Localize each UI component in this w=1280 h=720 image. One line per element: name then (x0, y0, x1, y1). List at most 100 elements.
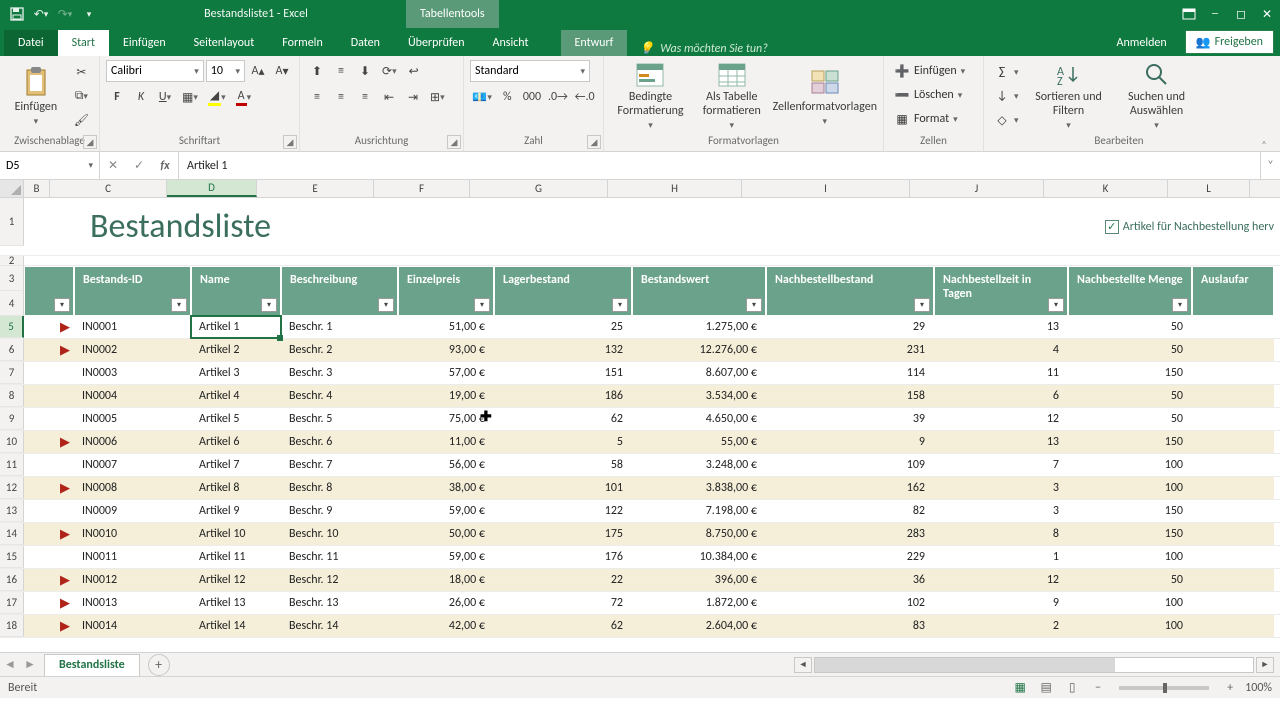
add-sheet-button[interactable]: + (148, 654, 170, 676)
col-header-J[interactable]: J (910, 180, 1044, 197)
zoom-in-button[interactable]: + (1219, 679, 1241, 697)
cell-stock[interactable]: 122 (494, 500, 632, 522)
cell-days[interactable]: 3 (934, 500, 1068, 522)
table-row[interactable]: 9IN0005Artikel 5Beschr. 575,00 €624.650,… (0, 408, 1280, 431)
cell-value[interactable]: 12.276,00 € (632, 339, 766, 361)
cell-name[interactable]: Artikel 1 (191, 316, 281, 338)
zoom-slider[interactable] (1119, 686, 1209, 690)
reorder-highlight-checkbox[interactable]: ✓ (1105, 220, 1119, 234)
paste-button[interactable]: Einfügen▾ (6, 61, 66, 131)
tell-me-search[interactable]: 💡 Was möchten Sie tun? (639, 41, 767, 56)
cell-auslauf[interactable] (1192, 339, 1274, 361)
cell-qty[interactable]: 100 (1068, 454, 1192, 476)
cell-id[interactable]: IN0012 (74, 569, 191, 591)
row-header-2[interactable]: 2 (0, 256, 24, 266)
cell-id[interactable]: IN0006 (74, 431, 191, 453)
cell-name[interactable]: Artikel 2 (191, 339, 281, 361)
cell-auslauf[interactable] (1192, 546, 1274, 568)
tab-formeln[interactable]: Formeln (268, 30, 336, 56)
cell-id[interactable]: IN0008 (74, 477, 191, 499)
decrease-font-button[interactable]: A▾ (271, 60, 293, 82)
filter-price[interactable]: ▾ (474, 298, 490, 312)
cell-desc[interactable]: Beschr. 9 (281, 500, 398, 522)
cell-qty[interactable]: 50 (1068, 339, 1192, 361)
conditional-formatting-button[interactable]: Bedingte Formatierung▾ (610, 61, 691, 131)
comma-button[interactable]: 000 (520, 86, 543, 108)
cell-value[interactable]: 1.275,00 € (632, 316, 766, 338)
filter-desc[interactable]: ▾ (378, 298, 394, 312)
cell-desc[interactable]: Beschr. 6 (281, 431, 398, 453)
cell-auslauf[interactable] (1192, 362, 1274, 384)
row-header[interactable]: 11 (0, 454, 24, 476)
table-row[interactable]: 15IN0011Artikel 11Beschr. 1159,00 €17610… (0, 546, 1280, 569)
cell-value[interactable]: 3.534,00 € (632, 385, 766, 407)
cell-name[interactable]: Artikel 10 (191, 523, 281, 545)
view-page-layout-button[interactable]: ▤ (1035, 679, 1057, 697)
insert-cells-button[interactable]: ➕Einfügen ▾ (890, 60, 977, 82)
align-left-button[interactable]: ≡ (306, 86, 328, 108)
cell-name[interactable]: Artikel 13 (191, 592, 281, 614)
cell-qty[interactable]: 50 (1068, 385, 1192, 407)
merge-button[interactable]: ⊞▾ (426, 86, 449, 108)
tab-ansicht[interactable]: Ansicht (479, 30, 543, 56)
cell-name[interactable]: Artikel 3 (191, 362, 281, 384)
table-row[interactable]: 8IN0004Artikel 4Beschr. 419,00 €1863.534… (0, 385, 1280, 408)
cell-stock[interactable]: 72 (494, 592, 632, 614)
accept-formula-button[interactable]: ✓ (126, 155, 152, 177)
table-row[interactable]: 7IN0003Artikel 3Beschr. 357,00 €1518.607… (0, 362, 1280, 385)
cell-days[interactable]: 9 (934, 592, 1068, 614)
row-header[interactable]: 13 (0, 500, 24, 522)
cell-days[interactable]: 13 (934, 431, 1068, 453)
cell-price[interactable]: 93,00 € (398, 339, 494, 361)
cell-id[interactable]: IN0002 (74, 339, 191, 361)
cell-name[interactable]: Artikel 6 (191, 431, 281, 453)
undo-button[interactable]: ↶ ▾ (30, 3, 52, 25)
cell-reorder[interactable]: 83 (766, 615, 934, 637)
cell-qty[interactable]: 50 (1068, 316, 1192, 338)
col-header-F[interactable]: F (374, 180, 470, 197)
cell-stock[interactable]: 132 (494, 339, 632, 361)
cell-qty[interactable]: 100 (1068, 615, 1192, 637)
share-button[interactable]: 👥Freigeben (1185, 30, 1274, 54)
hscroll-right[interactable]: ► (1256, 657, 1274, 673)
row-header[interactable]: 14 (0, 523, 24, 545)
filter-id[interactable]: ▾ (171, 298, 187, 312)
col-header-L[interactable]: L (1168, 180, 1250, 197)
row-header[interactable]: 17 (0, 592, 24, 614)
cell-stock[interactable]: 101 (494, 477, 632, 499)
cell-id[interactable]: IN0014 (74, 615, 191, 637)
cell-price[interactable]: 38,00 € (398, 477, 494, 499)
cell-qty[interactable]: 100 (1068, 477, 1192, 499)
table-row[interactable]: 10▶IN0006Artikel 6Beschr. 611,00 €555,00… (0, 431, 1280, 454)
redo-button[interactable]: ↷ ▾ (54, 3, 76, 25)
maximize-button[interactable]: ◻ (1228, 0, 1254, 28)
cell-desc[interactable]: Beschr. 3 (281, 362, 398, 384)
row-header-4[interactable]: 4 (0, 291, 24, 316)
cell-id[interactable]: IN0009 (74, 500, 191, 522)
insert-function-button[interactable]: fx (152, 155, 178, 177)
th-auslaufartikel[interactable]: Auslaufar (1192, 266, 1274, 316)
cell-stock[interactable]: 186 (494, 385, 632, 407)
col-header-C[interactable]: C (50, 180, 167, 197)
cell-auslauf[interactable] (1192, 500, 1274, 522)
hscroll-thumb[interactable] (815, 658, 1115, 672)
cell-price[interactable]: 50,00 € (398, 523, 494, 545)
cell-id[interactable]: IN0003 (74, 362, 191, 384)
sort-filter-button[interactable]: AZSortieren und Filtern▾ (1027, 61, 1111, 131)
filter-name[interactable]: ▾ (261, 298, 277, 312)
alignment-launcher[interactable]: ◢ (447, 135, 461, 149)
cell-days[interactable]: 3 (934, 477, 1068, 499)
row-header-3[interactable]: 3 (0, 266, 24, 291)
cell-days[interactable]: 7 (934, 454, 1068, 476)
cell-price[interactable]: 57,00 € (398, 362, 494, 384)
row-header[interactable]: 18 (0, 615, 24, 637)
row-header[interactable]: 8 (0, 385, 24, 407)
cell-auslauf[interactable] (1192, 385, 1274, 407)
cell-price[interactable]: 42,00 € (398, 615, 494, 637)
table-row[interactable]: 11IN0007Artikel 7Beschr. 756,00 €583.248… (0, 454, 1280, 477)
font-launcher[interactable]: ◢ (283, 135, 297, 149)
cell-price[interactable]: 26,00 € (398, 592, 494, 614)
cell-name[interactable]: Artikel 8 (191, 477, 281, 499)
col-header-D[interactable]: D (167, 180, 257, 197)
col-header-K[interactable]: K (1044, 180, 1168, 197)
